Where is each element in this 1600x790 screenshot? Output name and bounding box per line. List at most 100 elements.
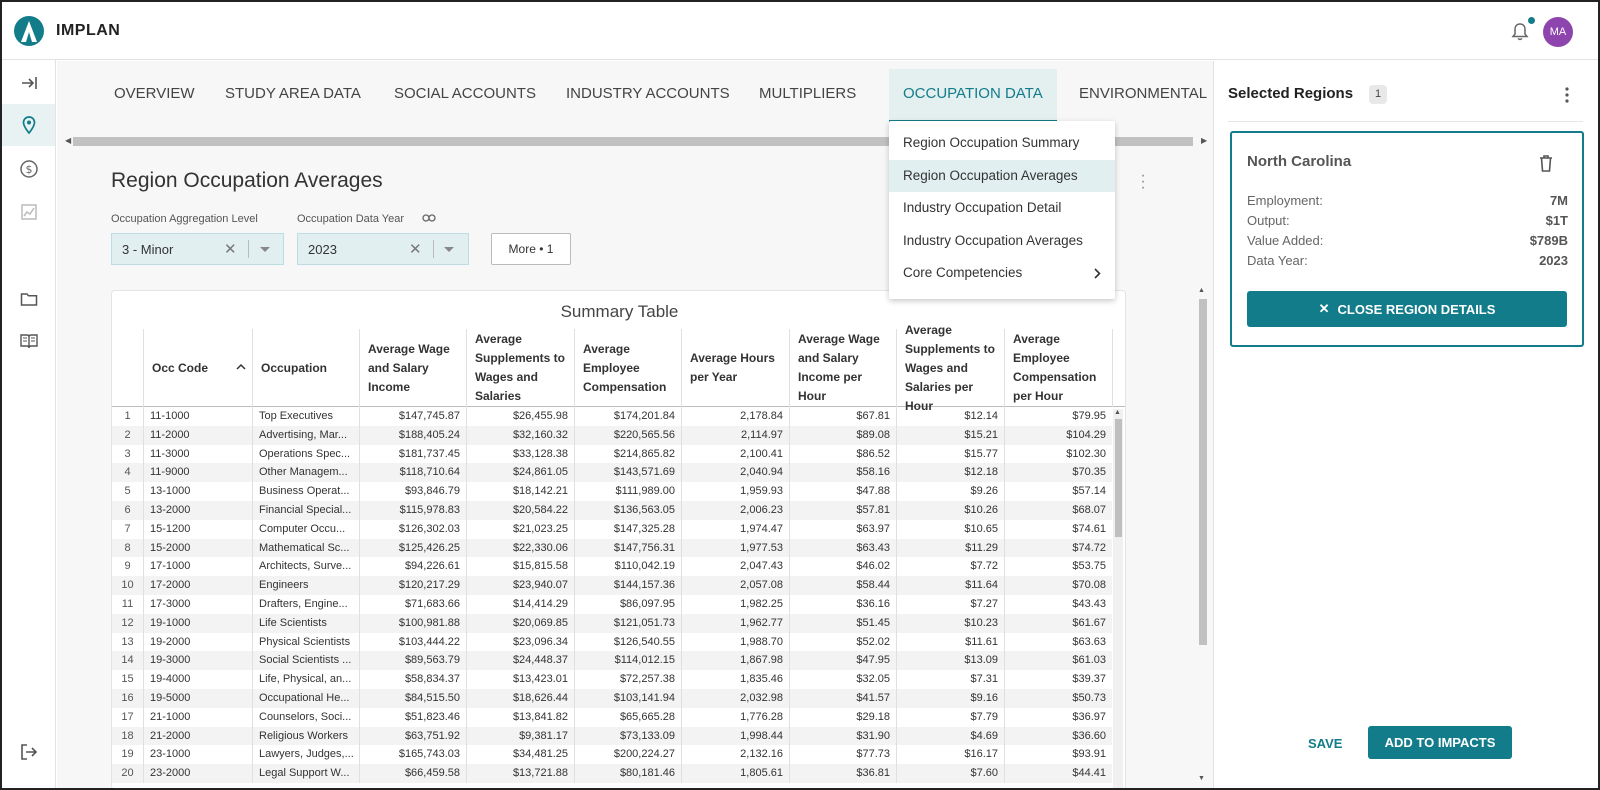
aggregation-level-select[interactable]: 3 - Minor ✕ [111, 233, 284, 265]
implan-logo-icon[interactable] [14, 16, 44, 46]
page-title: Region Occupation Averages [111, 169, 383, 192]
header-occ-code[interactable]: Occ Code [144, 329, 253, 407]
cell-occupation: Religious Workers [253, 726, 360, 746]
header-compensation-per-hour[interactable]: Average Employee Compensation per Hour [1005, 329, 1113, 407]
cell-avg-wage: $100,981.88 [360, 613, 467, 633]
table-row[interactable]: 10 17-2000 Engineers $120,217.29 $23,940.07 $… [112, 576, 1112, 595]
close-region-details-button[interactable]: ✕ CLOSE REGION DETAILS [1247, 291, 1567, 327]
data-year-select[interactable]: 2023 ✕ [297, 233, 469, 265]
cell-avg-supplements: $15,815.58 [467, 557, 575, 577]
tab-overview[interactable]: OVERVIEW [114, 69, 195, 121]
cell-avg-compensation: $114,012.15 [575, 651, 682, 671]
cell-compensation-per-hour: $74.61 [1005, 520, 1112, 539]
table-row[interactable]: 17 21-1000 Counselors, Soci... $51,823.46 $1… [112, 707, 1112, 727]
cell-wage-per-hour: $52.02 [790, 632, 897, 652]
link-icon[interactable] [422, 213, 436, 223]
cell-avg-supplements: $33,128.38 [467, 444, 575, 464]
tab-multipliers[interactable]: MULTIPLIERS [759, 69, 856, 121]
cell-avg-supplements: $26,455.98 [467, 407, 575, 426]
cell-avg-compensation: $147,325.28 [575, 519, 682, 539]
rail-item-regions[interactable] [2, 104, 55, 146]
scroll-up-arrow-icon[interactable]: ▲ [1114, 409, 1121, 416]
more-filters-button[interactable]: More • 1 [491, 233, 571, 265]
menu-item-region-occupation-averages[interactable]: Region Occupation Averages [889, 159, 1115, 192]
menu-item-region-occupation-summary[interactable]: Region Occupation Summary [889, 127, 1115, 160]
scrollbar-thumb[interactable] [1115, 419, 1122, 537]
table-row[interactable]: 9 17-1000 Architects, Surve... $94,226.61 $1… [112, 557, 1112, 577]
page-vertical-scrollbar[interactable]: ▲ ▼ [1197, 287, 1209, 787]
cell-occ-code: 23-2000 [144, 764, 253, 783]
cell-avg-compensation: $86,097.95 [575, 595, 682, 614]
clear-aggregation-icon[interactable]: ✕ [224, 240, 237, 258]
row-index: 14 [112, 651, 144, 671]
notification-bell-icon[interactable] [1510, 22, 1530, 42]
page-more-options-icon[interactable]: · · · [1139, 168, 1147, 196]
table-row[interactable]: 4 11-9000 Other Managem... $118,710.64 $24,8… [112, 463, 1112, 483]
table-row[interactable]: 11 17-3000 Drafters, Engine... $71,683.66 $1… [112, 595, 1112, 614]
table-row[interactable]: 13 19-2000 Physical Scientists $103,444.22 $… [112, 632, 1112, 652]
header-occupation[interactable]: Occupation [253, 329, 360, 407]
rail-item-impacts[interactable]: $ [2, 148, 55, 190]
header-supplements-per-hour[interactable]: Average Supplements to Wages and Salarie… [897, 323, 1005, 413]
tab-study-area-data[interactable]: STUDY AREA DATA [225, 69, 361, 121]
tab-social-accounts[interactable]: SOCIAL ACCOUNTS [394, 69, 536, 121]
table-row[interactable]: 3 11-3000 Operations Spec... $181,737.45 $33… [112, 444, 1112, 464]
clear-year-icon[interactable]: ✕ [409, 240, 422, 258]
more-vertical-icon[interactable] [1564, 87, 1570, 103]
rail-item-docs[interactable] [2, 320, 55, 362]
save-button[interactable]: SAVE [1308, 736, 1342, 751]
header-avg-compensation[interactable]: Average Employee Compensation [575, 329, 682, 407]
table-row[interactable]: 1 11-1000 Top Executives $147,745.87 $26,455… [112, 407, 1112, 426]
table-header: Occ Code Occupation Average Wage and Sal… [112, 323, 1125, 413]
add-to-impacts-button[interactable]: ADD TO IMPACTS [1368, 726, 1512, 759]
table-row[interactable]: 19 23-1000 Lawyers, Judges,... $165,743.03 $… [112, 745, 1112, 765]
tab-environmental[interactable]: ENVIRONMENTAL [1079, 69, 1207, 121]
region-card[interactable]: North Carolina Employment: 7M Output: $1… [1230, 131, 1584, 347]
menu-item-industry-occupation-detail[interactable]: Industry Occupation Detail [889, 192, 1115, 225]
table-row[interactable]: 2 11-2000 Advertising, Mar... $188,405.24 $3… [112, 425, 1112, 445]
table-row[interactable]: 5 13-1000 Business Operat... $93,846.79 $18,… [112, 482, 1112, 501]
table-row[interactable]: 15 19-4000 Life, Physical, an... $58,834.37… [112, 670, 1112, 689]
scroll-right-arrow-icon[interactable]: ▶ [1201, 136, 1207, 145]
table-row[interactable]: 14 19-3000 Social Scientists ... $89,563.79… [112, 651, 1112, 671]
cell-supplements-per-hour: $4.69 [897, 726, 1005, 746]
tab-occupation-data[interactable]: OCCUPATION DATA [889, 69, 1057, 123]
cell-occ-code: 17-2000 [144, 576, 253, 595]
chevron-down-icon[interactable] [444, 247, 454, 252]
table-row[interactable]: 8 15-2000 Mathematical Sc... $125,426.25 $22… [112, 538, 1112, 558]
cell-avg-compensation: $111,989.00 [575, 482, 682, 501]
chevron-down-icon[interactable] [260, 247, 270, 252]
scroll-down-arrow-icon[interactable]: ▼ [1198, 775, 1205, 782]
table-row[interactable]: 18 21-2000 Religious Workers $63,751.92 $9,3… [112, 726, 1112, 746]
rail-item-projects[interactable] [2, 278, 55, 320]
menu-item-core-competencies[interactable]: Core Competencies [889, 257, 1115, 290]
tab-industry-accounts[interactable]: INDUSTRY ACCOUNTS [566, 69, 730, 121]
row-index: 19 [112, 745, 144, 765]
header-avg-hours[interactable]: Average Hours per Year [682, 329, 790, 407]
rail-item-results[interactable] [2, 191, 55, 233]
table-row[interactable]: 12 19-1000 Life Scientists $100,981.88 $20,0… [112, 613, 1112, 633]
cell-avg-compensation: $220,565.56 [575, 425, 682, 445]
menu-item-industry-occupation-averages[interactable]: Industry Occupation Averages [889, 225, 1115, 258]
scroll-up-arrow-icon[interactable]: ▲ [1198, 287, 1205, 294]
cell-compensation-per-hour: $61.03 [1005, 651, 1112, 670]
header-avg-supplements[interactable]: Average Supplements to Wages and Salarie… [467, 329, 575, 407]
expand-sidebar-button[interactable] [2, 62, 55, 104]
logout-button[interactable] [2, 731, 55, 773]
cell-avg-wage: $66,459.58 [360, 764, 467, 783]
scrollbar-thumb[interactable] [1199, 299, 1207, 645]
header-avg-wage[interactable]: Average Wage and Salary Income [360, 329, 467, 407]
trash-icon[interactable] [1537, 153, 1555, 173]
table-row[interactable]: 16 19-5000 Occupational He... $84,515.50 $18… [112, 689, 1112, 708]
cell-occupation: Lawyers, Judges,... [253, 745, 360, 765]
sort-ascending-icon[interactable] [236, 363, 246, 371]
header-wage-per-hour[interactable]: Average Wage and Salary Income per Hour [790, 329, 897, 407]
expand-arrow-icon [21, 77, 37, 89]
cell-occupation: Advertising, Mar... [253, 425, 360, 445]
user-avatar[interactable]: MA [1543, 17, 1573, 47]
table-vertical-scrollbar[interactable]: ▲ [1113, 409, 1123, 788]
table-row[interactable]: 6 13-2000 Financial Special... $115,978.83 $… [112, 501, 1112, 520]
scroll-left-arrow-icon[interactable]: ◀ [65, 136, 71, 145]
table-row[interactable]: 20 23-2000 Legal Support W... $66,459.58 $13… [112, 764, 1112, 783]
table-row[interactable]: 7 15-1200 Computer Occu... $126,302.03 $21,0… [112, 519, 1112, 539]
